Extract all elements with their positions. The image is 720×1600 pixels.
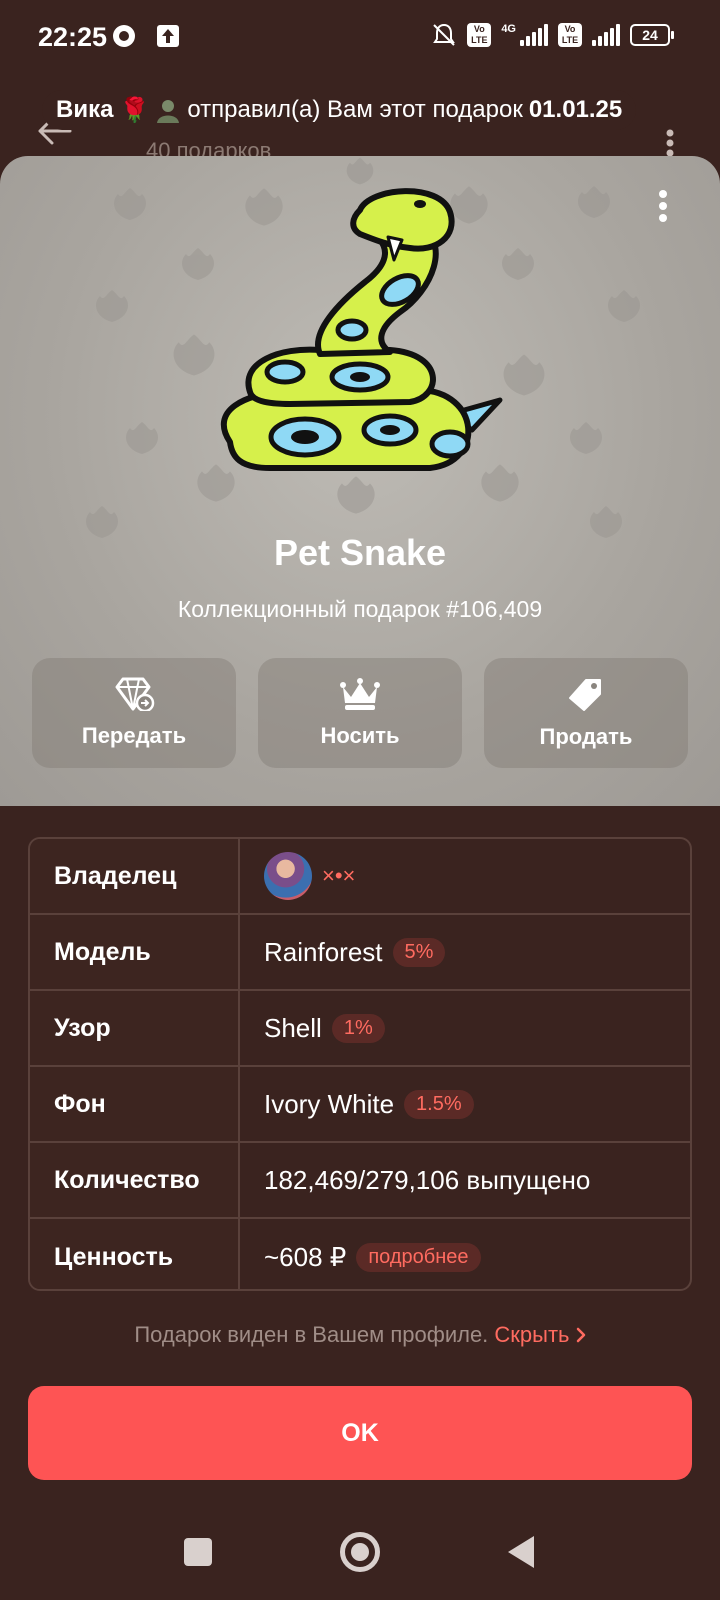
- pattern-shell-icon: [608, 290, 640, 322]
- pattern-value-cell: Shell 1%: [240, 991, 690, 1065]
- pattern-shell-icon: [578, 186, 610, 218]
- price-tag-icon: [569, 679, 601, 711]
- value-key: Ценность: [30, 1219, 240, 1289]
- status-time: 22:25: [38, 22, 108, 52]
- transfer-button[interactable]: Передать: [32, 658, 236, 768]
- gift-subtitle: Коллекционный подарок #106,409: [177, 596, 543, 622]
- pattern-value: Shell: [264, 1012, 322, 1043]
- hide-link[interactable]: Скрыть: [494, 1322, 585, 1347]
- header-more-icon[interactable]: [664, 128, 676, 158]
- snake-sticker-image: [221, 188, 503, 471]
- diamond-send-icon: [115, 677, 155, 711]
- battery-icon: 24: [630, 24, 674, 46]
- value-value-cell: ~608 ₽ подробнее: [240, 1219, 690, 1289]
- sender-banner: Вика 🌹 отправил(а) Вам этот подарок 01.0…: [42, 90, 637, 130]
- model-row: Модель Rainforest 5%: [30, 915, 690, 991]
- signal-icon-2: [592, 24, 620, 46]
- crown-icon: [340, 678, 380, 710]
- quantity-key: Количество: [30, 1143, 240, 1217]
- pattern-rarity-badge: 1%: [331, 1013, 385, 1043]
- visibility-note-text: Подарок виден в Вашем профиле.: [134, 1322, 489, 1347]
- notification-app-icon: [113, 25, 135, 47]
- more-options-icon[interactable]: [656, 188, 670, 224]
- transfer-label: Передать: [81, 723, 187, 748]
- value-amount: ~608 ₽: [264, 1241, 347, 1272]
- recent-apps-button[interactable]: [184, 1538, 212, 1566]
- pattern-shell-icon: [570, 422, 602, 454]
- model-value-cell: Rainforest 5%: [240, 915, 690, 989]
- gift-title: Pet Snake: [273, 532, 447, 573]
- background-row: Фон Ivory White 1.5%: [30, 1067, 690, 1143]
- background-value-cell: Ivory White 1.5%: [240, 1067, 690, 1141]
- wear-button[interactable]: Носить: [258, 658, 462, 768]
- value-row: Ценность ~608 ₽ подробнее: [30, 1219, 690, 1289]
- background-rarity-badge: 1.5%: [404, 1089, 474, 1119]
- owner-name: ×•×: [322, 863, 356, 888]
- status-bar: 22:25 Vo LTE 4G Vo LTE 24: [0, 0, 720, 80]
- owner-key: Владелец: [30, 839, 240, 913]
- sender-text: отправил(а) Вам этот подарок: [187, 96, 523, 123]
- wear-label: Носить: [320, 723, 400, 748]
- sender-avatar-icon: [157, 100, 180, 123]
- sell-button[interactable]: Продать: [484, 658, 688, 768]
- chevron-right-icon: [576, 1327, 585, 1343]
- pattern-row: Узор Shell 1%: [30, 991, 690, 1067]
- model-rarity-badge: 5%: [392, 937, 446, 967]
- ok-button[interactable]: OK: [28, 1386, 692, 1480]
- pattern-key: Узор: [30, 991, 240, 1065]
- quantity-value: 182,469/279,106 выпущено: [264, 1164, 591, 1195]
- sender-name: Вика: [56, 96, 114, 123]
- pattern-shell-icon: [114, 188, 146, 220]
- hide-link-label: Скрыть: [494, 1322, 570, 1347]
- home-button[interactable]: [340, 1532, 380, 1572]
- sell-label: Продать: [539, 724, 633, 749]
- quantity-row: Количество 182,469/279,106 выпущено: [30, 1143, 690, 1219]
- model-key: Модель: [30, 915, 240, 989]
- volte-icon: Vo LTE: [467, 23, 492, 47]
- background-key: Фон: [30, 1067, 240, 1141]
- volte-icon-2: Vo LTE: [558, 23, 582, 47]
- gift-details-table: Владелец ×•× Модель Rainforest 5% Узор S…: [28, 837, 692, 1291]
- sender-emoji: 🌹: [119, 96, 150, 124]
- signal-icon: [520, 24, 548, 46]
- owner-avatar: [264, 852, 312, 900]
- sender-date: 01.01.25: [528, 96, 623, 123]
- upload-icon: [157, 25, 179, 47]
- owner-value[interactable]: ×•×: [240, 839, 690, 913]
- model-value: Rainforest: [264, 936, 383, 967]
- background-value: Ivory White: [264, 1088, 395, 1119]
- bell-muted-icon: [433, 23, 456, 46]
- quantity-value-cell: 182,469/279,106 выпущено: [240, 1143, 690, 1217]
- back-button[interactable]: [508, 1536, 534, 1568]
- gift-preview-panel: Pet Snake Коллекционный подарок #106,409…: [0, 156, 720, 806]
- owner-row: Владелец ×•×: [30, 839, 690, 915]
- value-details-link[interactable]: подробнее: [356, 1242, 481, 1272]
- pattern-shell-icon: [126, 422, 158, 454]
- visibility-note: Подарок виден в Вашем профиле. Скрыть: [0, 1322, 720, 1348]
- network-type: 4G: [501, 23, 516, 35]
- pattern-shell-icon: [96, 290, 128, 322]
